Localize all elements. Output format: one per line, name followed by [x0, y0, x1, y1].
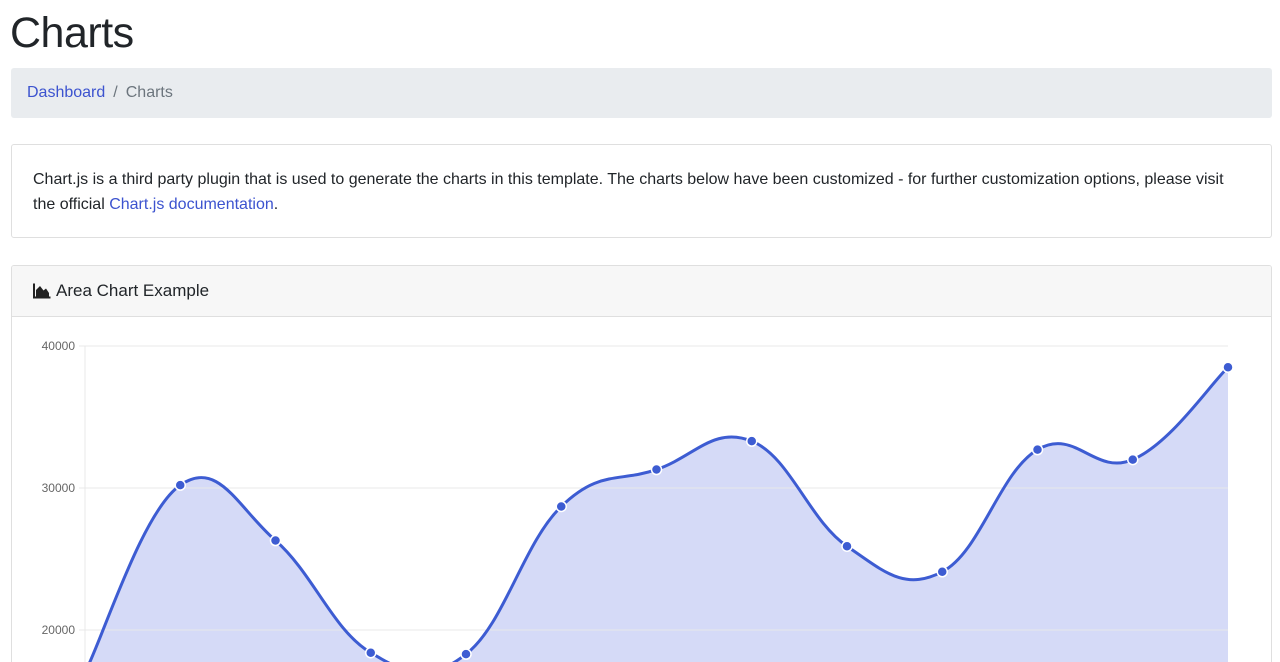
page-title: Charts: [10, 9, 134, 57]
data-point-7: [746, 435, 758, 447]
y-axis-tick-label: 30000: [42, 481, 76, 495]
y-axis-tick-label: 40000: [42, 339, 76, 353]
data-point-1: [174, 479, 186, 491]
breadcrumb-dashboard-link[interactable]: Dashboard: [27, 84, 105, 102]
breadcrumb: Dashboard / Charts: [11, 68, 1272, 118]
data-point-10: [1031, 443, 1044, 456]
chartjs-documentation-link[interactable]: Chart.js documentation: [109, 196, 274, 213]
area-chart-fill: [89, 367, 1228, 662]
area-chart-header: Area Chart Example: [12, 266, 1271, 317]
area-chart-title: Area Chart Example: [56, 281, 210, 300]
data-point-3: [365, 646, 377, 659]
data-point-11: [1127, 453, 1139, 466]
area-chart: 20000 30000 40000: [42, 339, 1234, 662]
data-point-12: [1222, 361, 1234, 374]
chartjs-info-card: Chart.js is a third party plugin that is…: [11, 144, 1272, 238]
data-point-6: [650, 463, 663, 476]
data-point-4: [460, 648, 472, 660]
info-text-end: .: [273, 196, 279, 213]
area-chart-icon: [33, 283, 51, 299]
breadcrumb-separator: /: [113, 84, 118, 101]
data-point-5: [555, 500, 567, 513]
area-chart-card: 20000 30000 40000 Area Chart Example: [11, 265, 1272, 662]
breadcrumb-current: Charts: [125, 84, 173, 101]
y-axis-tick-label: 20000: [42, 623, 76, 637]
charts-page: Charts Dashboard / Charts Chart.js is a …: [0, 0, 1280, 662]
data-point-8: [841, 540, 853, 552]
data-point-9: [936, 566, 948, 578]
data-point-2: [269, 534, 282, 547]
